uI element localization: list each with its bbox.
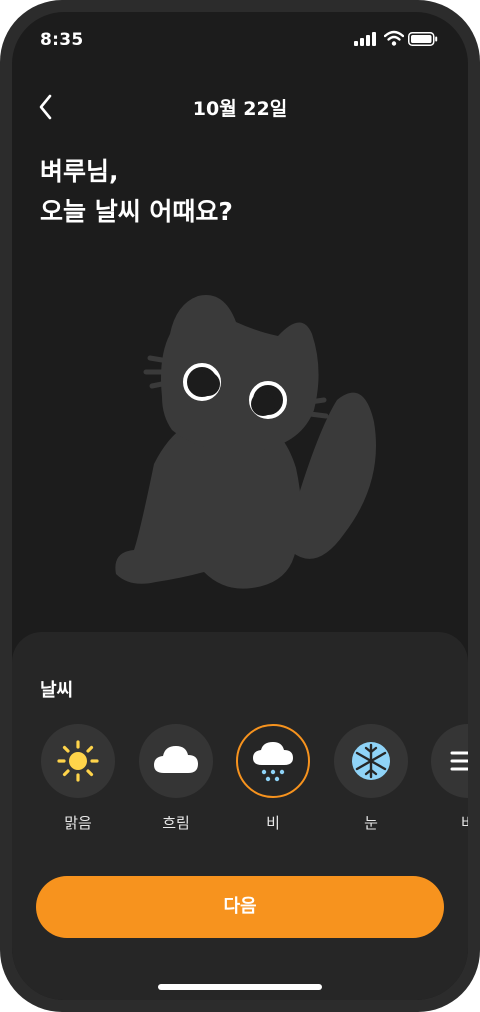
phone-frame: 8:35 10월 22일 벼루님, 오늘 날씨 어때요? 날씨 맑음 흐림 비 … xyxy=(0,0,480,1012)
weather-option-circle xyxy=(41,724,115,798)
status-bar: 8:35 xyxy=(12,12,468,68)
sun-icon xyxy=(57,740,99,782)
weather-section-label: 날씨 xyxy=(40,680,74,701)
weather-option-snow[interactable]: 눈 xyxy=(333,724,409,834)
home-indicator xyxy=(158,984,322,990)
status-time: 8:35 xyxy=(40,30,84,50)
weather-option-wind[interactable]: 바 xyxy=(430,724,468,834)
wind-icon xyxy=(450,751,468,771)
weather-option-cloudy[interactable]: 흐림 xyxy=(138,724,214,834)
rain-cloud-icon xyxy=(253,742,293,782)
weather-sheet: 날씨 맑음 흐림 비 눈 xyxy=(12,632,468,1000)
cellular-signal-icon xyxy=(354,32,376,46)
weather-option-label: 비 xyxy=(266,814,280,832)
weather-option-rain[interactable]: 비 xyxy=(235,724,311,834)
weather-option-circle xyxy=(139,724,213,798)
weather-option-label: 맑음 xyxy=(64,814,92,832)
weather-option-label: 흐림 xyxy=(162,814,190,832)
weather-option-sunny[interactable]: 맑음 xyxy=(40,724,116,834)
greeting-question: 벼루님, 오늘 날씨 어때요? xyxy=(40,152,233,232)
page-title: 10월 22일 xyxy=(192,98,288,120)
weather-options: 맑음 흐림 비 눈 xyxy=(40,724,468,844)
app-screen: 8:35 10월 22일 벼루님, 오늘 날씨 어때요? 날씨 맑음 흐림 비 … xyxy=(12,12,468,1000)
greeting-line-2: 오늘 날씨 어때요? xyxy=(40,197,233,226)
wifi-icon xyxy=(384,30,404,46)
cloud-icon xyxy=(154,746,198,773)
top-nav: 10월 22일 xyxy=(12,82,468,132)
black-cat-illustration xyxy=(115,295,376,589)
weather-option-label: 바 xyxy=(430,812,468,833)
greeting-line-1: 벼루님, xyxy=(40,157,119,186)
weather-option-label: 눈 xyxy=(364,814,378,832)
battery-icon xyxy=(408,32,438,46)
weather-option-circle xyxy=(236,724,310,798)
next-button[interactable]: 다음 xyxy=(36,876,444,938)
weather-option-circle xyxy=(334,724,408,798)
snowflake-icon xyxy=(352,742,390,780)
weather-option-circle xyxy=(431,724,468,798)
